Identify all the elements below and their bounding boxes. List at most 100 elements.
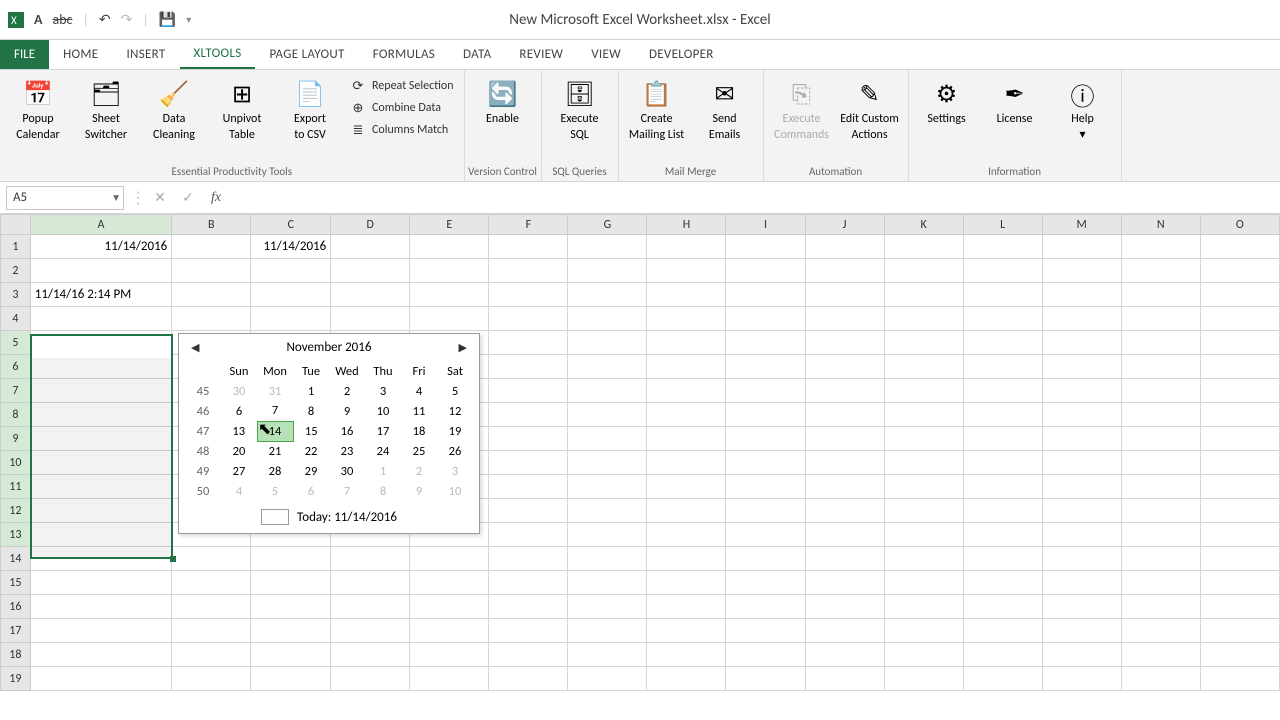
cell-H3[interactable] [647,283,726,307]
undo-icon[interactable]: ↶ [99,11,111,28]
cell-M10[interactable] [1042,451,1121,475]
unpivot-table-button[interactable]: ⊞UnpivotTable [208,74,276,146]
row-header-17[interactable]: 17 [1,619,31,643]
cell-G8[interactable] [568,403,647,427]
cell-F18[interactable] [489,643,568,667]
cell-O15[interactable] [1200,571,1279,595]
cell-I18[interactable] [726,643,805,667]
cell-J18[interactable] [805,643,884,667]
cell-N13[interactable] [1121,523,1200,547]
cell-B2[interactable] [172,259,251,283]
tab-developer[interactable]: DEVELOPER [635,40,728,69]
enable-button[interactable]: 🔄Enable [469,74,537,130]
edit-custom-actions-button[interactable]: ✎Edit CustomActions [836,74,904,146]
calendar-day[interactable]: 16 [329,421,365,441]
cell-N9[interactable] [1121,427,1200,451]
cell-C17[interactable] [251,619,331,643]
tab-view[interactable]: VIEW [577,40,635,69]
cell-L1[interactable] [963,235,1042,259]
cell-F9[interactable] [489,427,568,451]
cell-O6[interactable] [1200,355,1279,379]
cell-M3[interactable] [1042,283,1121,307]
cell-H18[interactable] [647,643,726,667]
cell-H14[interactable] [647,547,726,571]
cell-C19[interactable] [251,667,331,691]
calendar-day[interactable]: 1 [365,461,401,481]
cell-M7[interactable] [1042,379,1121,403]
calendar-day[interactable]: 6 [293,481,329,501]
calendar-day[interactable]: 6 [221,401,257,421]
cell-I11[interactable] [726,475,805,499]
calendar-day[interactable]: 25 [401,441,437,461]
cell-O10[interactable] [1200,451,1279,475]
cell-N3[interactable] [1121,283,1200,307]
calendar-day[interactable]: 27 [221,461,257,481]
row-header-6[interactable]: 6 [1,355,31,379]
cell-L13[interactable] [963,523,1042,547]
cell-L2[interactable] [963,259,1042,283]
calendar-day[interactable]: 31 [257,381,293,401]
clear-date-box[interactable] [261,509,289,525]
cell-H8[interactable] [647,403,726,427]
cell-O11[interactable] [1200,475,1279,499]
qat-strikethrough[interactable]: abc [52,11,72,28]
cell-D17[interactable] [331,619,410,643]
cell-A7[interactable] [30,379,172,403]
tab-formulas[interactable]: FORMULAS [359,40,449,69]
row-header-4[interactable]: 4 [1,307,31,331]
tab-file[interactable]: FILE [0,40,49,69]
cell-F4[interactable] [489,307,568,331]
calendar-day[interactable]: 8 [293,401,329,421]
cell-H1[interactable] [647,235,726,259]
cell-M5[interactable] [1042,331,1121,355]
cell-K13[interactable] [884,523,963,547]
cell-C4[interactable] [251,307,331,331]
select-all-corner[interactable] [1,215,31,235]
cell-B16[interactable] [172,595,251,619]
cell-N4[interactable] [1121,307,1200,331]
cell-J6[interactable] [805,355,884,379]
calendar-day[interactable]: 12 [437,401,473,421]
calendar-day[interactable]: 9 [329,401,365,421]
column-header-D[interactable]: D [331,215,410,235]
cell-F17[interactable] [489,619,568,643]
cell-K19[interactable] [884,667,963,691]
columns-match-button[interactable]: ≣Columns Match [350,122,454,138]
cell-A17[interactable] [30,619,172,643]
cell-M11[interactable] [1042,475,1121,499]
cell-A12[interactable] [30,499,172,523]
cell-I14[interactable] [726,547,805,571]
cell-G16[interactable] [568,595,647,619]
calendar-day[interactable]: 20 [221,441,257,461]
cell-N5[interactable] [1121,331,1200,355]
row-header-14[interactable]: 14 [1,547,31,571]
cell-J12[interactable] [805,499,884,523]
cell-M8[interactable] [1042,403,1121,427]
cell-E18[interactable] [410,643,489,667]
calendar-day[interactable]: 30 [329,461,365,481]
cell-N11[interactable] [1121,475,1200,499]
cell-K7[interactable] [884,379,963,403]
cell-A4[interactable] [30,307,172,331]
cell-L18[interactable] [963,643,1042,667]
cell-N12[interactable] [1121,499,1200,523]
cell-A6[interactable] [30,355,172,379]
cell-F3[interactable] [489,283,568,307]
calendar-day[interactable]: 23 [329,441,365,461]
calendar-day[interactable]: 10 [437,481,473,501]
cell-J4[interactable] [805,307,884,331]
cell-E17[interactable] [410,619,489,643]
cell-I16[interactable] [726,595,805,619]
formula-input[interactable] [230,186,1280,210]
cell-F10[interactable] [489,451,568,475]
cell-J13[interactable] [805,523,884,547]
cell-G4[interactable] [568,307,647,331]
cell-O16[interactable] [1200,595,1279,619]
cell-B4[interactable] [172,307,251,331]
cell-M18[interactable] [1042,643,1121,667]
calendar-day[interactable]: 24 [365,441,401,461]
cell-L9[interactable] [963,427,1042,451]
column-header-G[interactable]: G [568,215,647,235]
column-header-B[interactable]: B [172,215,251,235]
repeat-selection-button[interactable]: ⟳Repeat Selection [350,78,454,94]
